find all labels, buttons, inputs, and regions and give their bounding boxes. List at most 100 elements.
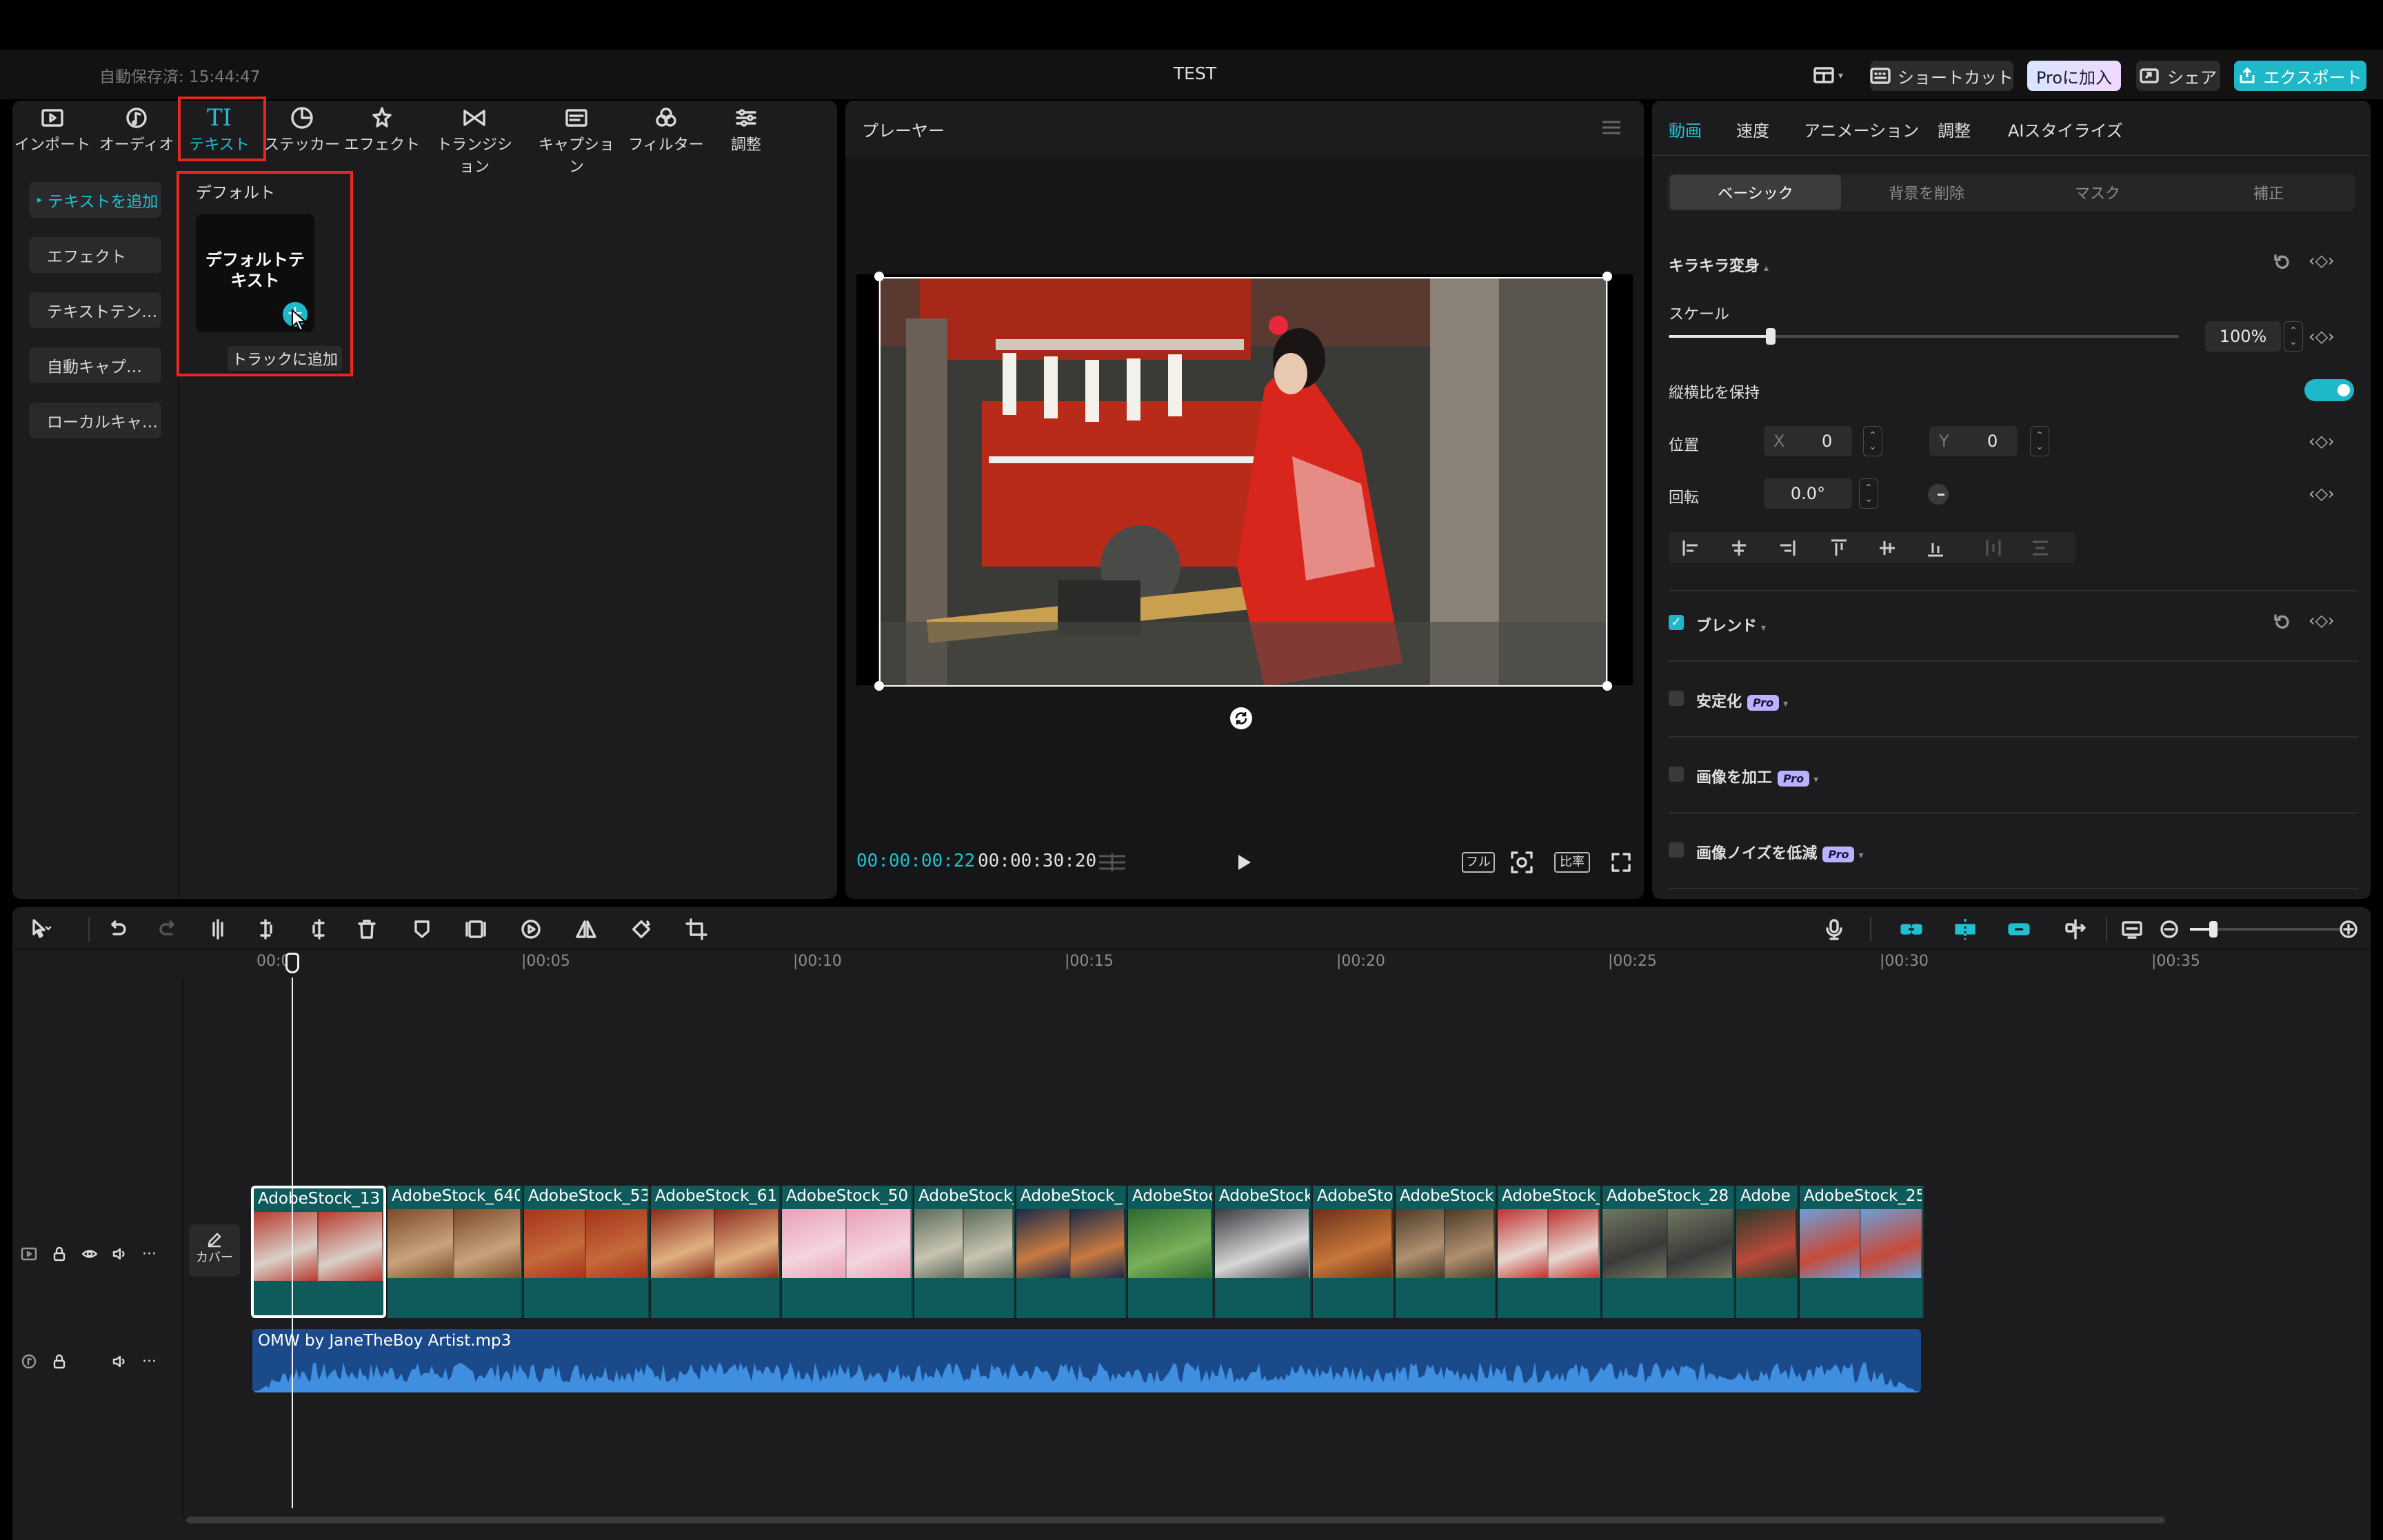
- tool-effect[interactable]: エフェクト: [341, 103, 423, 159]
- video-clip[interactable]: AdobeStock_28: [1602, 1186, 1735, 1318]
- blend-label[interactable]: ブレンド ▾: [1696, 614, 1766, 636]
- align-left-icon[interactable]: [1682, 540, 1698, 556]
- more-icon[interactable]: ···: [142, 1353, 157, 1370]
- fullscreen-button[interactable]: [1611, 852, 1631, 873]
- crop-button[interactable]: [683, 914, 710, 944]
- keyframe-blend-button[interactable]: ‹◇›: [2309, 611, 2335, 630]
- keyframe-transform-button[interactable]: ‹◇›: [2309, 251, 2335, 270]
- sidebar-item-local-caption[interactable]: ローカルキャ…: [29, 403, 161, 438]
- main-track-magnet-button[interactable]: [1898, 914, 1925, 944]
- audio-clip[interactable]: OMW by JaneTheBoy Artist.mp3: [252, 1329, 1921, 1392]
- delete-button[interactable]: [353, 914, 381, 944]
- volume-icon[interactable]: [112, 1353, 128, 1370]
- reset-transform-button[interactable]: [2273, 254, 2292, 273]
- tool-audio[interactable]: オーディオ: [95, 103, 178, 159]
- position-x-input[interactable]: X 0: [1764, 426, 1852, 456]
- cover-button[interactable]: カバー: [189, 1224, 240, 1277]
- enhance-label[interactable]: 画像を加工 Pro ▾: [1696, 765, 1818, 787]
- video-clip[interactable]: Adobe: [1736, 1186, 1798, 1318]
- play-button[interactable]: [1234, 852, 1254, 873]
- timeline-ruler[interactable]: [182, 950, 2371, 977]
- stabilize-checkbox[interactable]: [1669, 691, 1684, 706]
- zoom-in-button[interactable]: [2336, 914, 2361, 944]
- trim-left-button[interactable]: [254, 914, 281, 944]
- video-clip[interactable]: AdobeStock_50: [782, 1186, 913, 1318]
- tab-video[interactable]: 動画: [1669, 117, 1702, 141]
- snap-button[interactable]: [1951, 914, 1979, 944]
- video-clip[interactable]: AdobeStock_13: [251, 1186, 386, 1318]
- denoise-label[interactable]: 画像ノイズを低減 Pro ▾: [1696, 841, 1864, 863]
- record-voice-button[interactable]: [1820, 914, 1848, 944]
- video-clip[interactable]: AdobeStock: [1313, 1186, 1394, 1318]
- video-clip[interactable]: AdobeStock_640: [388, 1186, 523, 1318]
- video-clip[interactable]: AdobeStock_25: [1800, 1186, 1924, 1318]
- trim-right-button[interactable]: [303, 914, 331, 944]
- rotation-input[interactable]: 0.0°: [1764, 478, 1852, 509]
- keyframe-scale-button[interactable]: ‹◇›: [2309, 327, 2335, 346]
- scale-value-input[interactable]: 100%: [2205, 321, 2281, 352]
- video-clip[interactable]: AdobeStock_: [1498, 1186, 1601, 1318]
- default-text-card[interactable]: デフォルトテキスト +: [196, 214, 314, 332]
- fit-view-button[interactable]: [1510, 851, 1534, 874]
- playhead-line[interactable]: [292, 977, 293, 1508]
- resize-handle-bl[interactable]: [874, 681, 884, 691]
- lock-icon[interactable]: [51, 1246, 68, 1262]
- zoom-slider[interactable]: [2190, 921, 2342, 938]
- fit-timeline-button[interactable]: [2118, 914, 2146, 944]
- undo-button[interactable]: [103, 914, 131, 944]
- tool-caption[interactable]: キャプション: [535, 103, 618, 176]
- volume-icon[interactable]: [112, 1246, 128, 1262]
- freeze-button[interactable]: [462, 914, 490, 944]
- align-center-v-icon[interactable]: [1880, 541, 1895, 555]
- timeline-scrollbar[interactable]: [186, 1517, 2165, 1523]
- eye-icon[interactable]: [81, 1246, 98, 1262]
- video-clip[interactable]: AdobeStock_: [914, 1186, 1015, 1318]
- more-icon[interactable]: ···: [142, 1246, 157, 1263]
- tool-sticker[interactable]: ステッカー: [261, 103, 343, 159]
- timecode-grid-icon[interactable]: [1098, 852, 1127, 873]
- tab-adjust[interactable]: 調整: [1938, 117, 1971, 141]
- align-center-h-icon[interactable]: [1732, 540, 1746, 556]
- scale-slider-track[interactable]: [1669, 328, 2179, 345]
- zoom-out-button[interactable]: [2157, 914, 2182, 944]
- video-clip[interactable]: AdobeStock_61: [651, 1186, 781, 1318]
- scale-stepper[interactable]: ⌃ ⌄: [2284, 321, 2303, 352]
- tab-animation[interactable]: アニメーション: [1804, 117, 1919, 141]
- position-y-input[interactable]: Y 0: [1929, 426, 2018, 456]
- tab-speed[interactable]: 速度: [1736, 117, 1769, 141]
- subtab-remove-bg[interactable]: 背景を削除: [1841, 175, 2012, 210]
- rotation-dial[interactable]: [1928, 484, 1949, 505]
- share-button[interactable]: シェア: [2136, 61, 2220, 91]
- mirror-button[interactable]: [572, 914, 600, 944]
- video-clip[interactable]: AdobeStock_53: [524, 1186, 650, 1318]
- blend-checkbox[interactable]: ✓: [1669, 615, 1684, 630]
- subtab-correction[interactable]: 補正: [2183, 175, 2354, 210]
- video-clip[interactable]: AdobeStock: [1215, 1186, 1311, 1318]
- keep-ratio-toggle[interactable]: [2304, 379, 2354, 401]
- reset-blend-button[interactable]: [2273, 614, 2292, 633]
- denoise-checkbox[interactable]: [1669, 842, 1684, 858]
- scale-slider-thumb[interactable]: [1766, 328, 1776, 345]
- video-clip[interactable]: AdobeStock: [1396, 1186, 1496, 1318]
- select-tool-button[interactable]: [19, 914, 61, 944]
- sidebar-item-text-template[interactable]: テキストテン…: [29, 292, 161, 328]
- rotation-stepper[interactable]: ⌃ ⌄: [1859, 478, 1878, 509]
- position-x-stepper[interactable]: ⌃ ⌄: [1863, 426, 1882, 456]
- align-right-icon[interactable]: [1780, 540, 1796, 556]
- reverse-button[interactable]: [517, 914, 545, 944]
- resize-handle-br[interactable]: [1602, 681, 1612, 691]
- transform-title[interactable]: キラキラ変身 ▴: [1669, 254, 1769, 276]
- align-bottom-icon[interactable]: [1928, 543, 1943, 557]
- sidebar-item-auto-caption[interactable]: 自動キャプ…: [29, 347, 161, 383]
- full-quality-button[interactable]: フル: [1462, 852, 1495, 873]
- zoom-slider-thumb[interactable]: [2209, 921, 2218, 938]
- subtab-basic[interactable]: ベーシック: [1670, 175, 1841, 210]
- tool-filter[interactable]: フィルター: [625, 103, 707, 159]
- split-button[interactable]: [204, 914, 232, 944]
- tab-ai-stylize[interactable]: AIスタイライズ: [2008, 117, 2123, 141]
- rotate-clip-button[interactable]: [627, 914, 655, 944]
- tool-transition[interactable]: トランジション: [432, 103, 517, 176]
- align-top-icon[interactable]: [1831, 539, 1847, 556]
- resize-handle-tr[interactable]: [1602, 272, 1612, 281]
- preview-axis-button[interactable]: [2062, 914, 2089, 944]
